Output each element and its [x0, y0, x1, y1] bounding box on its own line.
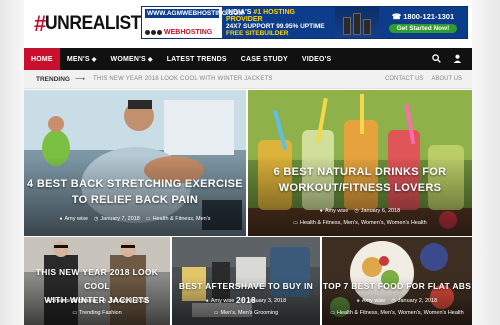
about-us-link[interactable]: ABOUT US [431, 76, 462, 82]
clock-icon: ◷ [240, 298, 245, 304]
nav-item-mens[interactable]: MEN'S ◆ [60, 48, 104, 70]
chevron-down-icon: ◆ [91, 56, 97, 63]
post-author[interactable]: ● Amy wise [206, 298, 235, 304]
user-icon[interactable] [453, 54, 462, 65]
featured-post-card[interactable]: 4 BEST BACK STRETCHING EXERCISE TO RELIE… [24, 90, 246, 236]
ad-logo-dots-icon [145, 30, 162, 35]
user-icon: ● [46, 298, 50, 304]
folder-icon: ▭ [293, 220, 298, 226]
chevron-down-icon: ◆ [147, 56, 153, 63]
nav-item-videos[interactable]: VIDEO'S [295, 48, 339, 70]
post-author[interactable]: ● Amy wise [59, 216, 88, 222]
post-title[interactable]: 4 BEST BACK STRETCHING EXERCISE TO RELIE… [24, 176, 246, 208]
clock-icon: ◷ [94, 216, 99, 222]
trending-headline-link[interactable]: THIS NEW YEAR 2018 LOOK COOL WITH WINTER… [93, 76, 273, 82]
contact-us-link[interactable]: CONTACT US [385, 76, 423, 82]
post-author[interactable]: ● Amy wise [357, 298, 386, 304]
user-icon: ● [59, 216, 63, 222]
post-author[interactable]: ● Shweta Singhania [46, 298, 95, 304]
post-title[interactable]: TOP 7 BEST FOOD FOR FLAT ABS [322, 279, 472, 293]
post-meta: ● Shweta Singhania ◷ January 4, 2018 [24, 298, 170, 304]
post-categories[interactable]: ▭ Health & Fitness, Men's [146, 216, 211, 222]
post-date: ◷ January 4, 2018 [101, 298, 148, 304]
ad-get-started-button[interactable]: Get Started Now! [388, 24, 458, 33]
ad-sitebuilder-text: FREE SITEBUILDER [226, 29, 289, 37]
logo-hash: # [34, 11, 46, 36]
ad-host-brand: WEBHOSTING [145, 29, 219, 36]
trending-label: TRENDING [36, 75, 70, 83]
folder-icon: ▭ [72, 310, 78, 316]
ad-phone: ☎ 1800-121-1301 [391, 12, 455, 21]
ad-url: WWW.AGMWEBHOSTING.COM [145, 9, 244, 18]
post-meta: ● Amy wise ◷ January 2, 2018 [322, 298, 472, 304]
top-links: CONTACT US ABOUT US [385, 76, 472, 82]
ad-right-panel: ☎ 1800-121-1301 Get Started Now! [379, 7, 467, 38]
folder-icon: ▭ [213, 310, 219, 316]
left-gutter [0, 0, 24, 325]
nav-icons [432, 53, 472, 65]
folder-icon: ▭ [330, 310, 335, 316]
post-author[interactable]: ● Amy wise [320, 208, 349, 214]
nav-item-home[interactable]: HOME [24, 48, 60, 70]
post-date: ◷ January 6, 2018 [354, 208, 401, 214]
ad-headline: INDIA'S #1 HOSTING PROVIDER [226, 8, 295, 23]
user-icon: ● [356, 298, 360, 304]
server-rack-icon [335, 7, 379, 38]
post-date: ◷ January 2, 2018 [391, 298, 438, 304]
post-meta: ● Amy wise ◷ January 3, 2018 [172, 298, 320, 304]
folder-icon: ▭ [145, 216, 151, 222]
user-icon: ● [205, 298, 209, 304]
phone-icon: ☎ [391, 12, 404, 21]
ad-host-name: WEBHOSTING [164, 29, 213, 36]
search-icon[interactable] [432, 53, 441, 65]
nav-item-latest-trends[interactable]: LATEST TRENDS [160, 48, 234, 70]
featured-post-card[interactable]: 6 BEST NATURAL DRINKS FOR WORKOUT/FITNES… [248, 90, 472, 236]
right-gutter [472, 0, 500, 325]
post-meta: ● Amy wise ◷ January 7, 2018 ▭ Health & Fit… [24, 216, 246, 222]
post-date: ◷ January 3, 2018 [240, 298, 287, 304]
ad-middle-panel: INDIA'S #1 HOSTING PROVIDER 24X7 SUPPORT… [222, 7, 335, 38]
post-categories[interactable]: ▭ Health & Fitness, Men's, Women's, Women… [322, 310, 472, 316]
post-categories[interactable]: ▭ Trending Fashion [24, 310, 170, 316]
post-categories[interactable]: ▭ Men's, Men's Grooming [172, 310, 320, 316]
clock-icon: ◷ [354, 208, 359, 214]
post-date: ◷ January 7, 2018 [94, 216, 140, 222]
ad-support-text: 24X7 SUPPORT 99.95% UPTIME [226, 22, 325, 30]
nav-item-womens[interactable]: WOMEN'S ◆ [104, 48, 160, 70]
clock-icon: ◷ [391, 298, 396, 304]
clock-icon: ◷ [101, 298, 107, 304]
post-card[interactable]: THIS NEW YEAR 2018 LOOK COOL WITH WINTER… [24, 237, 170, 325]
post-card[interactable]: TOP 7 BEST FOOD FOR FLAT ABS ● Amy wise ◷… [322, 237, 472, 325]
ad-left-panel: WWW.AGMWEBHOSTING.COM WEBHOSTING [142, 7, 244, 38]
user-icon: ● [319, 208, 323, 214]
post-meta: ● Amy wise ◷ January 6, 2018 [248, 208, 472, 214]
main-nav: HOME MEN'S ◆ WOMEN'S ◆ LATEST TRENDS CASE … [24, 48, 472, 70]
nav-item-case-study[interactable]: CASE STUDY [234, 48, 295, 70]
post-card[interactable]: BEST AFTERSHAVE TO BUY IN 2018 ● Amy wise… [172, 237, 320, 325]
page: # UNREALISTIC WWW.AGMWEBHOSTING.COM WEBH… [0, 0, 500, 325]
hosting-ad-banner[interactable]: WWW.AGMWEBHOSTING.COM WEBHOSTING INDIA'S… [141, 6, 468, 39]
arrow-right-icon: ⟶ [74, 76, 85, 83]
post-categories[interactable]: ▭ Health & Fitness, Men's, Women's, Women… [248, 220, 472, 226]
trending-bar: TRENDING ⟶ THIS NEW YEAR 2018 LOOK COOL … [24, 70, 472, 89]
post-title[interactable]: 6 BEST NATURAL DRINKS FOR WORKOUT/FITNES… [248, 164, 472, 196]
